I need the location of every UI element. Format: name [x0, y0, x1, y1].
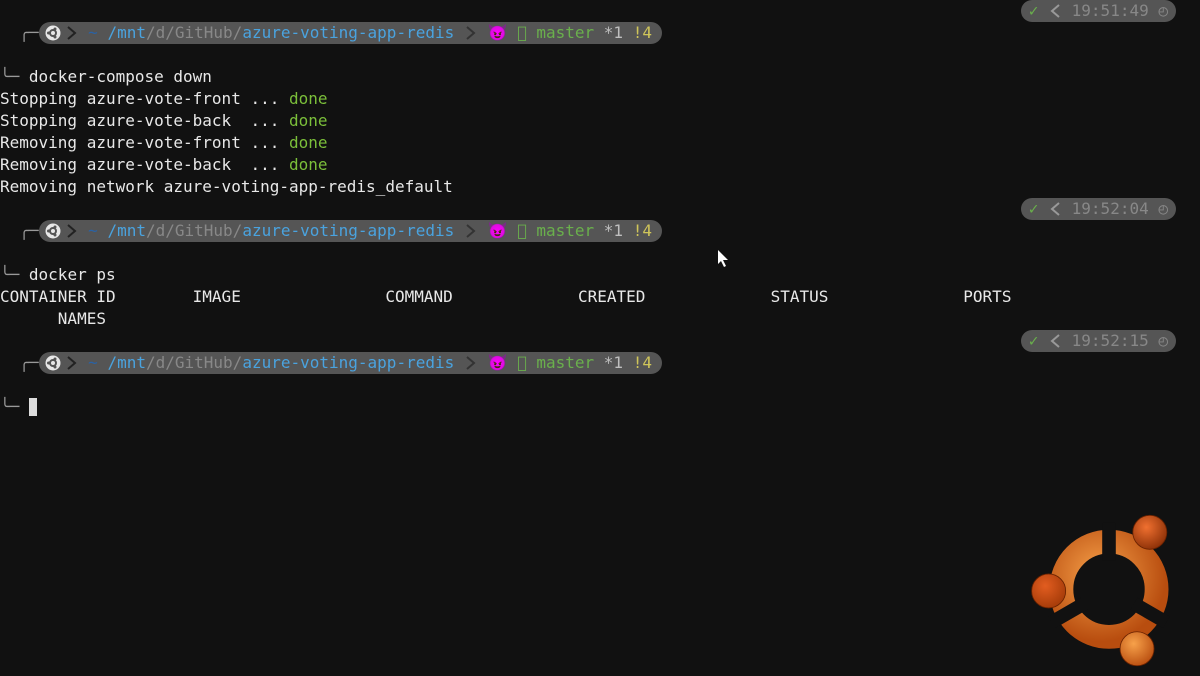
- output-line: Removing azure-vote-front ... done: [0, 132, 1200, 154]
- path-seg: GitHub: [175, 23, 233, 42]
- chevron-left-icon: [1050, 334, 1060, 348]
- cursor: [29, 398, 37, 416]
- ps-header: CONTAINER ID IMAGE COMMAND CREATED STATU…: [0, 286, 1200, 308]
- git-branch-icon: : [517, 23, 536, 42]
- ps-header-2: NAMES: [0, 308, 1200, 330]
- chevron-right-icon: [67, 224, 77, 238]
- terminal[interactable]: ╭─ ~ /mnt/d/GitHub/azure-voting-app-redi…: [0, 0, 1200, 676]
- git-star: *1: [604, 23, 623, 42]
- chevron-left-icon: [1050, 202, 1060, 216]
- clock-icon: ◴: [1158, 199, 1168, 218]
- chevron-left-icon: [1050, 4, 1060, 18]
- chevron-right-icon: [466, 356, 476, 370]
- clock-icon: ◴: [1158, 1, 1168, 20]
- command-line-active[interactable]: ╰─: [0, 396, 1200, 418]
- output-line: Stopping azure-vote-front ... done: [0, 88, 1200, 110]
- repo-name: azure-voting-app-redis: [242, 23, 454, 42]
- command: docker ps: [29, 265, 116, 284]
- path-seg: /mnt: [107, 23, 146, 42]
- command: docker-compose down: [29, 67, 212, 86]
- git-bang: !4: [633, 23, 652, 42]
- time-pill: ✓ 19:52:15 ◴: [1021, 330, 1176, 352]
- prompt-pill: ~ /mnt/d/GitHub/azure-voting-app-redis 😈…: [39, 22, 662, 44]
- command-line: ╰─ docker-compose down: [0, 66, 1200, 88]
- check-icon: ✓: [1029, 1, 1039, 20]
- time-text: 19:51:49: [1072, 1, 1149, 20]
- output-line: Removing network azure-voting-app-redis_…: [0, 176, 1200, 198]
- time-pill: ✓ 19:51:49 ◴: [1021, 0, 1176, 22]
- command-line: ╰─ docker ps: [0, 264, 1200, 286]
- time-pill: ✓ 19:52:04 ◴: [1021, 198, 1176, 220]
- branch-icon: 😈: [488, 23, 518, 42]
- chevron-right-icon: [466, 26, 476, 40]
- prompt-line-2: ╭─ ~ /mnt/d/GitHub/azure-voting-app-redi…: [0, 198, 1200, 264]
- mouse-pointer-icon: [718, 250, 730, 268]
- git-branch: master: [536, 23, 594, 42]
- output-line: Removing azure-vote-back ... done: [0, 154, 1200, 176]
- ubuntu-icon: [45, 223, 61, 239]
- check-icon: ✓: [1029, 331, 1039, 350]
- connector-top: ╭─: [19, 23, 38, 42]
- ubuntu-logo: [1024, 500, 1194, 670]
- prompt-pill: ~ /mnt/d/GitHub/azure-voting-app-redis 😈…: [39, 352, 662, 374]
- clock-icon: ◴: [1158, 331, 1168, 350]
- check-icon: ✓: [1029, 199, 1039, 218]
- chevron-right-icon: [466, 224, 476, 238]
- ubuntu-icon: [45, 355, 61, 371]
- chevron-right-icon: [67, 26, 77, 40]
- prompt-line-3: ╭─ ~ /mnt/d/GitHub/azure-voting-app-redi…: [0, 330, 1200, 396]
- output-line: Stopping azure-vote-back ... done: [0, 110, 1200, 132]
- ubuntu-icon: [45, 25, 61, 41]
- prompt-pill: ~ /mnt/d/GitHub/azure-voting-app-redis 😈…: [39, 220, 662, 242]
- path-seg: /: [233, 23, 243, 42]
- path-seg: /d/: [146, 23, 175, 42]
- prompt-line-1: ╭─ ~ /mnt/d/GitHub/azure-voting-app-redi…: [0, 0, 1200, 66]
- chevron-right-icon: [67, 356, 77, 370]
- tilde: ~: [88, 23, 107, 42]
